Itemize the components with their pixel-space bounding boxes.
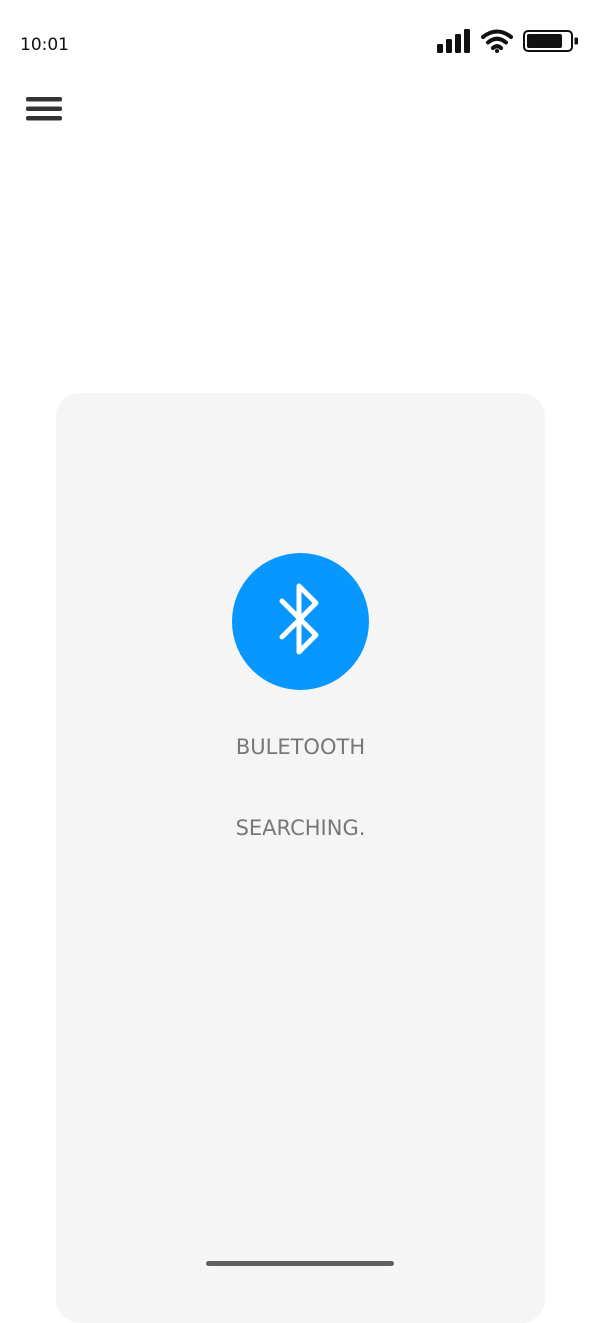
bluetooth-title: BULETOOTH bbox=[235, 735, 366, 759]
signal-icon bbox=[437, 29, 470, 53]
status-icons bbox=[435, 28, 580, 56]
menu-button[interactable] bbox=[25, 95, 65, 127]
bluetooth-button[interactable] bbox=[232, 553, 369, 690]
bluetooth-status: SEARCHING. bbox=[235, 816, 366, 840]
bluetooth-icon bbox=[232, 553, 369, 690]
wifi-icon bbox=[481, 29, 513, 53]
status-time: 10:01 bbox=[20, 35, 69, 55]
hamburger-menu-icon[interactable] bbox=[25, 95, 65, 127]
status-bar: 10:01 bbox=[0, 0, 600, 90]
battery-icon bbox=[523, 30, 578, 52]
home-indicator bbox=[206, 1261, 394, 1266]
bluetooth-panel: BULETOOTH SEARCHING. bbox=[56, 393, 545, 1323]
